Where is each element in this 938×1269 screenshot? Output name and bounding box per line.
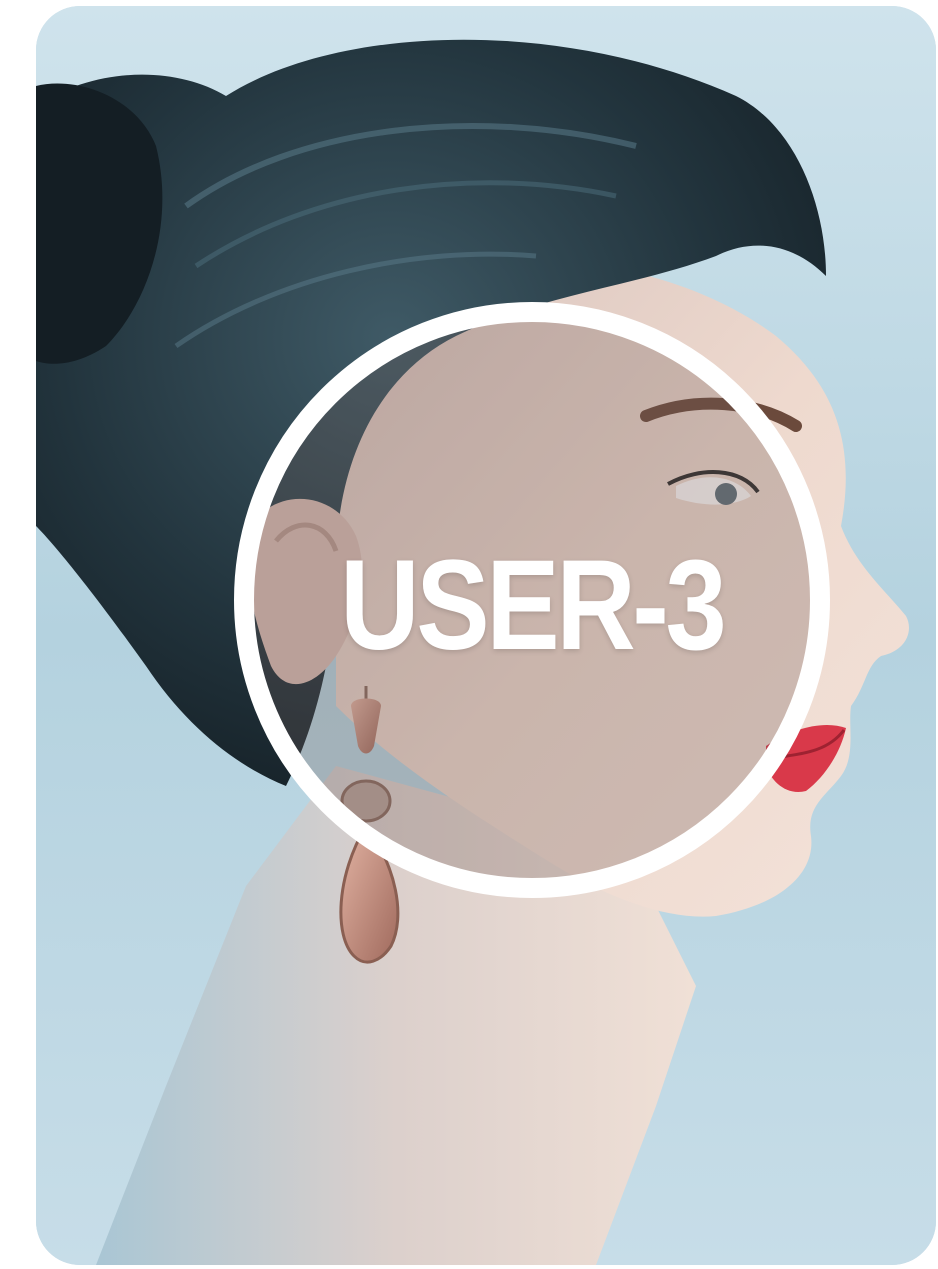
profile-card[interactable]: USER-3 bbox=[36, 6, 936, 1265]
user-label: USER-3 bbox=[340, 534, 727, 677]
user-badge-ring[interactable]: USER-3 bbox=[234, 302, 830, 898]
